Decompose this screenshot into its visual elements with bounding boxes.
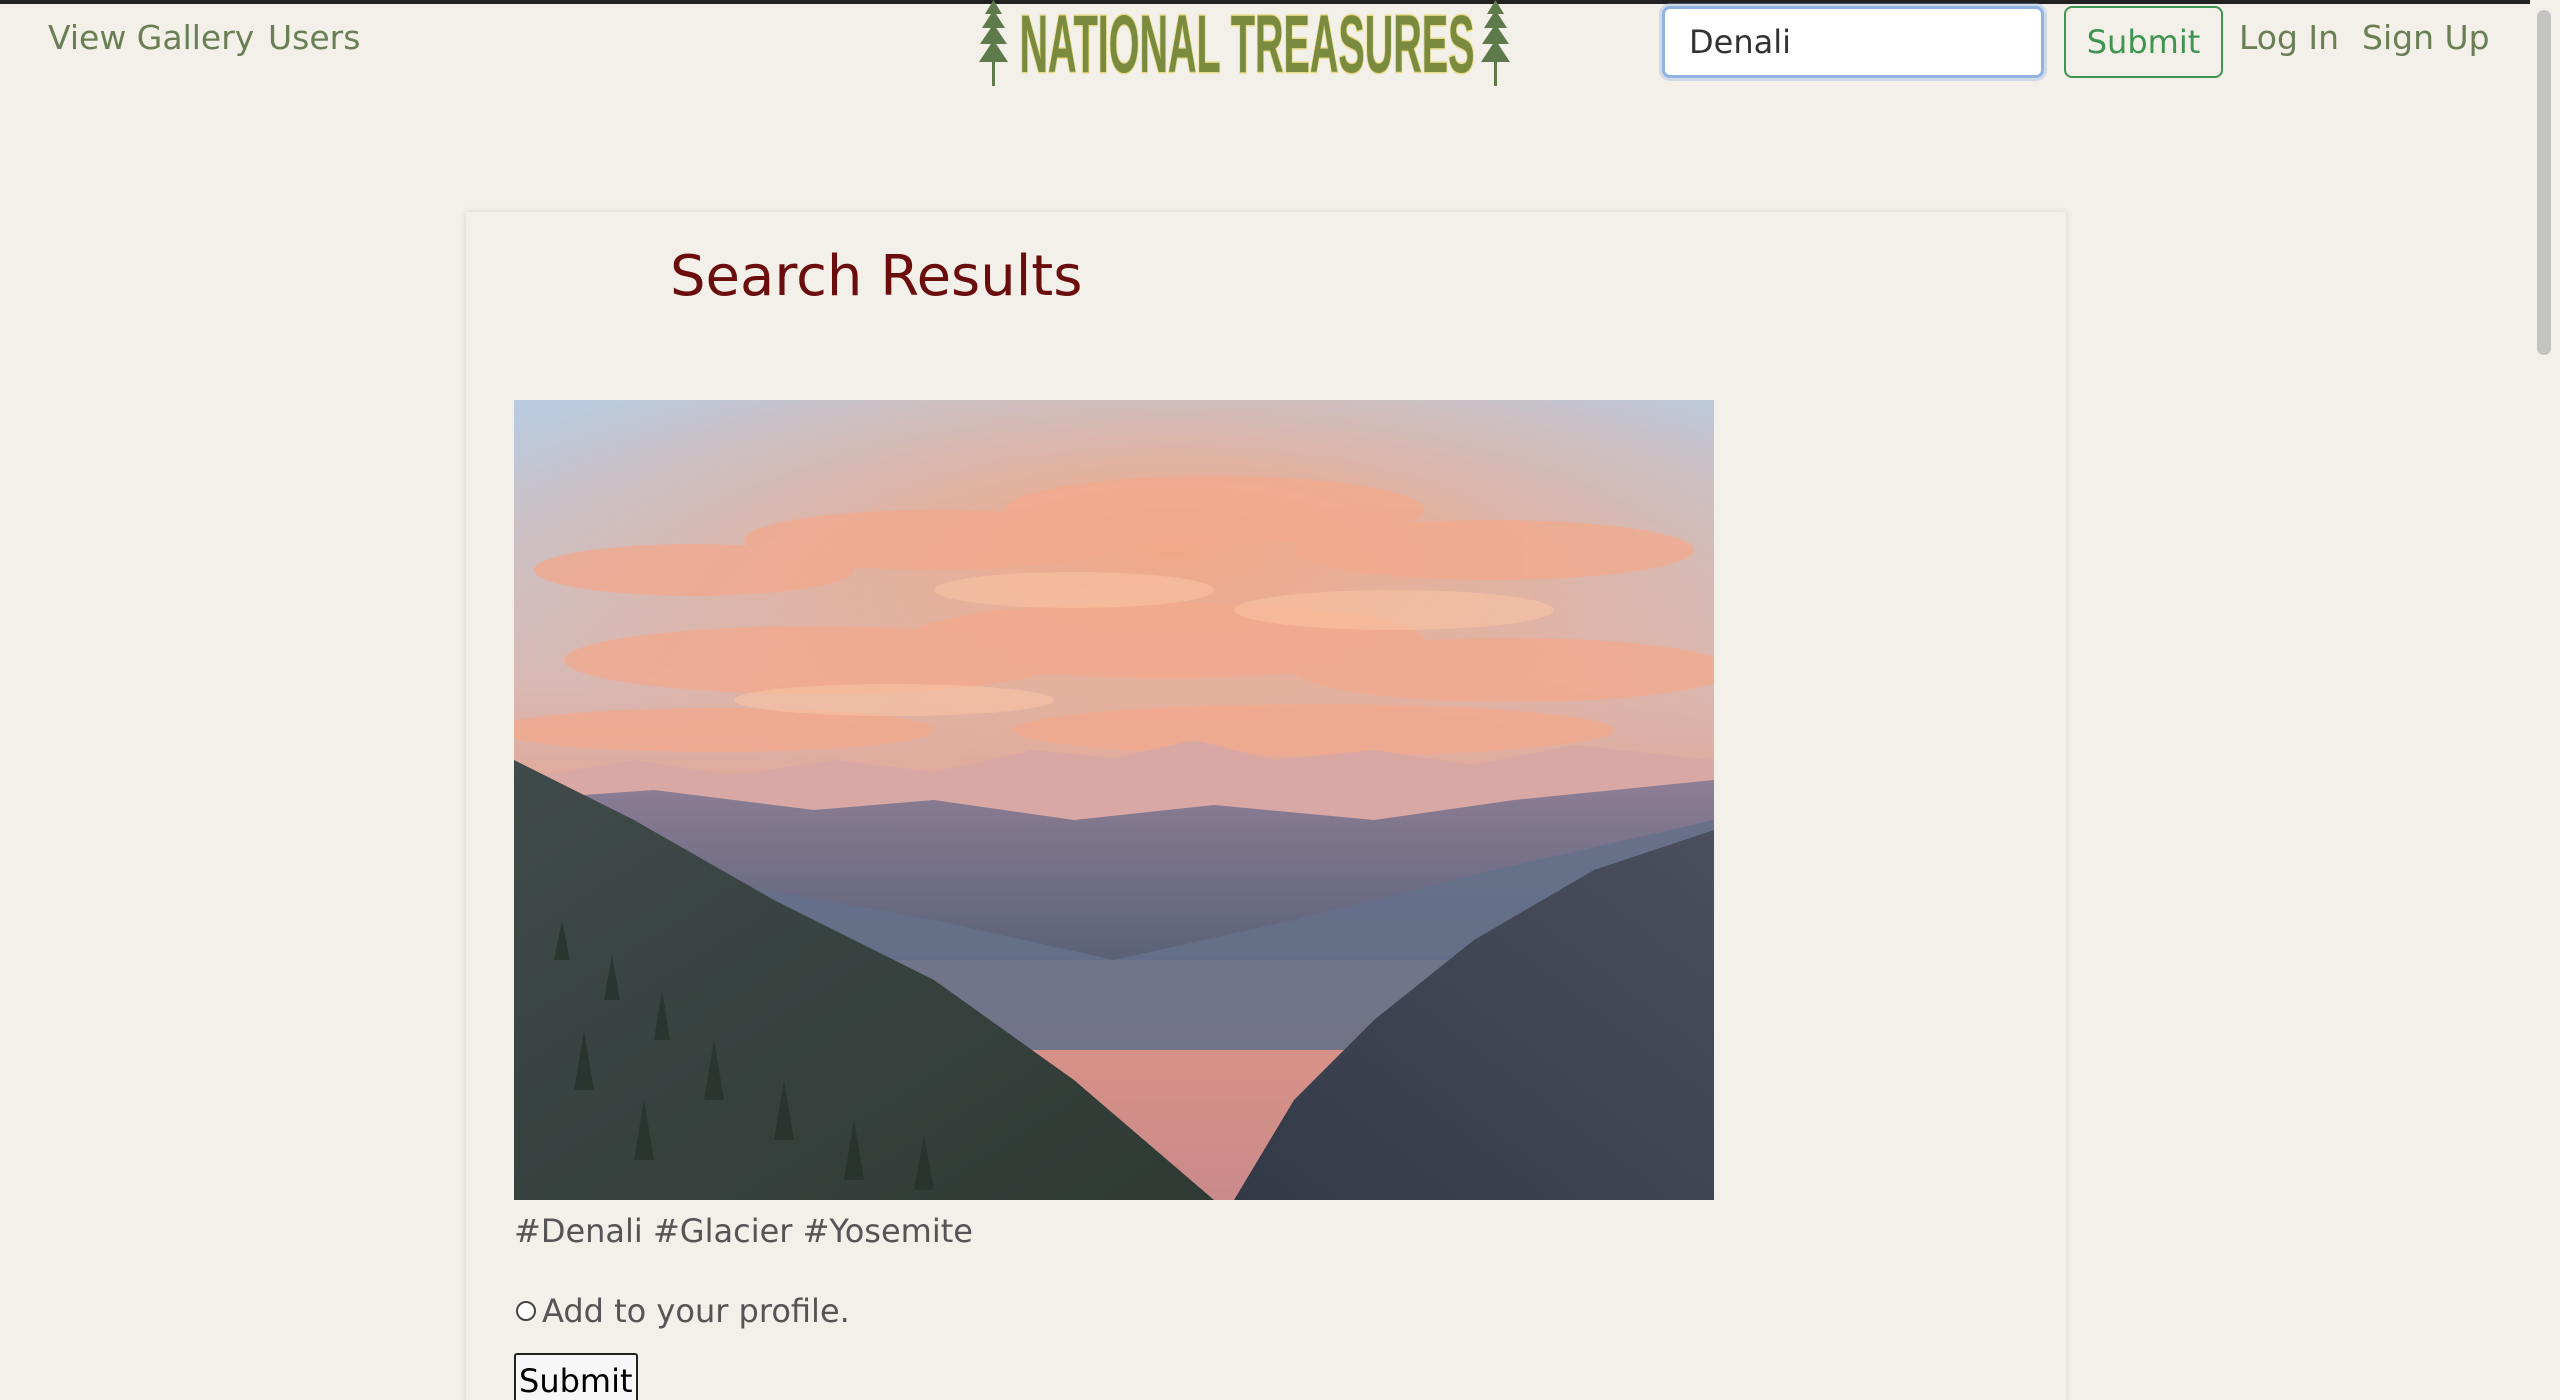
pine-tree-icon — [1481, 0, 1510, 86]
add-to-profile-option[interactable]: Add to your profile. — [514, 1292, 850, 1330]
brand-logo-graphic: NATIONAL TREASURES — [979, 0, 1510, 88]
search-input[interactable] — [1662, 6, 2044, 78]
add-to-profile-radio[interactable] — [516, 1301, 536, 1321]
nav-users-link[interactable]: Users — [268, 18, 360, 57]
brand-logo[interactable]: NATIONAL TREASURES — [975, 0, 1520, 88]
add-to-profile-submit-button[interactable]: Submit — [514, 1353, 638, 1400]
brand-name: NATIONAL TREASURES — [1020, 0, 1475, 88]
page-title: Search Results — [670, 244, 1083, 309]
add-to-profile-label: Add to your profile. — [542, 1292, 850, 1330]
search-submit-button[interactable]: Submit — [2064, 6, 2223, 78]
navbar: View Gallery Users NATIONAL TREASURES De… — [0, 0, 2530, 90]
nav-log-in-link[interactable]: Log In — [2239, 18, 2339, 57]
nav-view-gallery-link[interactable]: View Gallery — [48, 18, 254, 57]
pine-tree-icon — [979, 0, 1008, 86]
nav-sign-up-link[interactable]: Sign Up — [2362, 18, 2490, 57]
result-tags: #Denali #Glacier #Yosemite — [514, 1212, 973, 1250]
search-results-card: Search Results #Denali #Glacier #Yosemit… — [466, 212, 2066, 1400]
mountain-sunset-photo — [514, 400, 1714, 1200]
scrollbar-thumb[interactable] — [2537, 10, 2551, 355]
